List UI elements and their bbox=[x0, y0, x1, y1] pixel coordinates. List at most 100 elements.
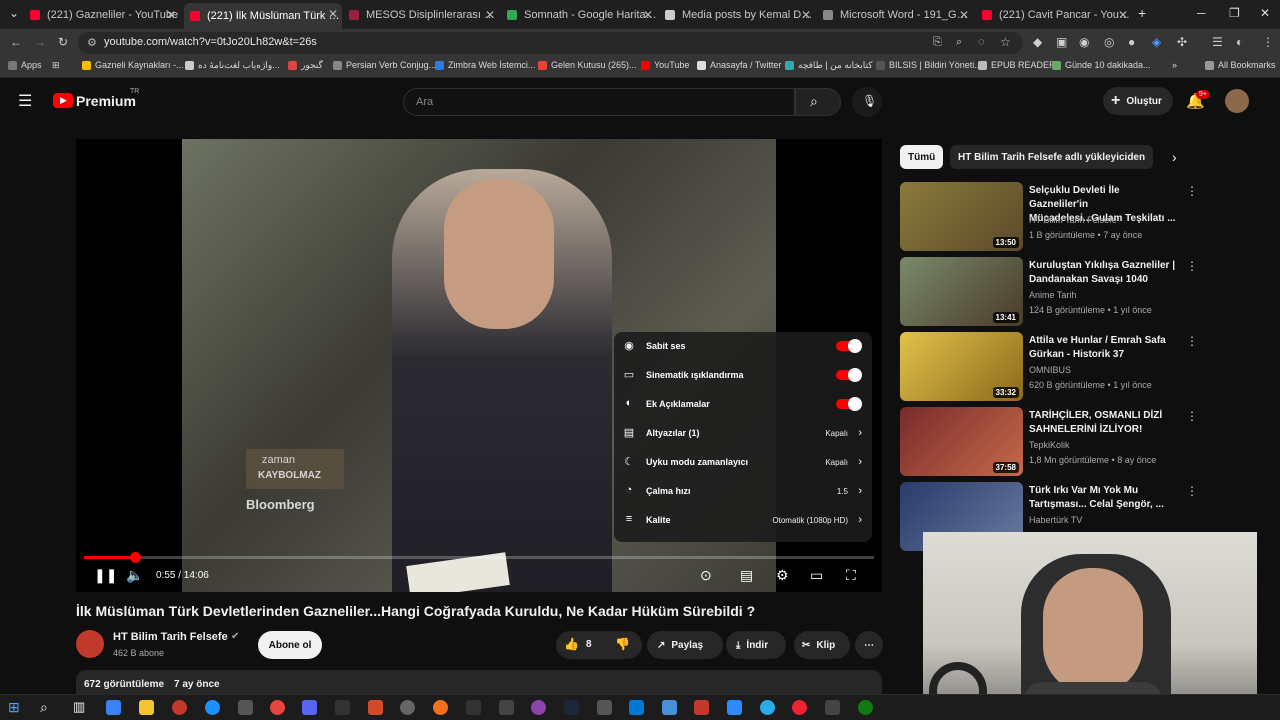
setting-captions[interactable]: ▤ Altyazılar (1) Kapalı › bbox=[614, 419, 872, 447]
search-icon[interactable]: ⌕ bbox=[40, 699, 48, 716]
back-icon[interactable]: ← bbox=[10, 35, 22, 49]
app-icon[interactable] bbox=[531, 700, 546, 715]
bookmark-item[interactable]: Anasayfa / Twitter bbox=[697, 60, 781, 70]
setting-stable-volume[interactable]: ◉ Sabit ses bbox=[614, 332, 872, 360]
menu-hamburger-icon[interactable]: ☰ bbox=[18, 91, 32, 111]
setting-annotations[interactable]: ◐ Ek Açıklamalar bbox=[614, 390, 872, 418]
settings-gear-icon[interactable]: ⚙ bbox=[776, 567, 789, 584]
chevron-right-icon[interactable]: › bbox=[1172, 149, 1177, 165]
video-thumbnail[interactable]: 33:32 bbox=[900, 332, 1023, 401]
recommendation-item[interactable]: 37:58 TARİHÇİLER, OSMANLI DİZİ SAHNELERİ… bbox=[900, 407, 1200, 477]
clip-button[interactable]: ✂ Klip bbox=[794, 631, 850, 659]
rec-channel[interactable]: Anime Tarih bbox=[1029, 290, 1076, 300]
annotations-toggle[interactable] bbox=[836, 397, 862, 411]
chip-all[interactable]: Tümü bbox=[900, 145, 944, 169]
search-input[interactable]: Ara bbox=[403, 88, 795, 116]
account-avatar[interactable] bbox=[1225, 89, 1249, 113]
dislike-icon[interactable]: 👎 bbox=[615, 637, 630, 651]
more-actions-button[interactable]: ⋯ bbox=[855, 631, 883, 659]
grid-icon[interactable]: ⊞ bbox=[52, 60, 60, 71]
channel-avatar[interactable] bbox=[76, 630, 104, 658]
extension-icon[interactable]: ◈ bbox=[1152, 35, 1161, 49]
extension-icon[interactable]: ▣ bbox=[1056, 35, 1067, 49]
tab-1[interactable]: (221) Gazneliler - YouTube ✕ bbox=[30, 4, 180, 25]
close-tab-icon[interactable]: ✕ bbox=[801, 8, 811, 22]
app-icon[interactable] bbox=[597, 700, 612, 715]
recommendation-item[interactable]: 13:50 Selçuklu Devleti İle Gazneliler'in… bbox=[900, 182, 1200, 252]
more-bookmarks-icon[interactable]: » bbox=[1172, 60, 1177, 70]
video-thumbnail[interactable]: 13:41 bbox=[900, 257, 1023, 326]
recommendation-item[interactable]: 13:41 Kuruluştan Yıkılışa Gazneliler | D… bbox=[900, 257, 1200, 327]
volume-icon[interactable]: 🔈 bbox=[126, 567, 143, 584]
setting-quality[interactable]: ≡ Kalite Otomatik (1080p HD) › bbox=[614, 506, 872, 534]
app-icon[interactable] bbox=[499, 700, 514, 715]
hide-icon[interactable]: ◌ bbox=[978, 36, 985, 48]
extension-icon[interactable]: ◎ bbox=[1104, 35, 1114, 49]
bookmark-item[interactable]: گنجور bbox=[288, 60, 323, 71]
zoom-icon[interactable]: ⌕ bbox=[956, 36, 962, 49]
forward-icon[interactable]: → bbox=[34, 35, 46, 49]
app-icon[interactable] bbox=[433, 700, 448, 715]
setting-playback-speed[interactable]: ◔ Çalma hızı 1.5 › bbox=[614, 477, 872, 505]
search-button[interactable]: ⌕ bbox=[795, 88, 841, 116]
app-icon[interactable] bbox=[792, 700, 807, 715]
close-tab-icon[interactable]: ✕ bbox=[328, 7, 338, 21]
pause-icon[interactable]: ❚❚ bbox=[94, 567, 117, 584]
new-tab-button[interactable]: + bbox=[1138, 5, 1146, 21]
bookmark-item[interactable]: Zimbra Web İstemci... bbox=[435, 60, 535, 70]
windows-start-icon[interactable]: ⊞ bbox=[8, 699, 20, 716]
site-info-icon[interactable]: ⚙ bbox=[87, 36, 97, 49]
rec-title[interactable]: Kuruluştan Yıkılışa Gazneliler | Dandana… bbox=[1029, 259, 1179, 287]
ambient-mode-toggle[interactable] bbox=[836, 368, 862, 382]
more-vertical-icon[interactable]: ⋮ bbox=[1186, 484, 1198, 498]
close-tab-icon[interactable]: ✕ bbox=[959, 8, 969, 22]
brave-icon[interactable] bbox=[368, 700, 383, 715]
channel-name[interactable]: HT Bilim Tarih Felsefe bbox=[113, 631, 228, 643]
autoplay-toggle-icon[interactable]: ⊙ bbox=[700, 567, 712, 584]
tab-5[interactable]: Media posts by Kemal Demir ( ✕ bbox=[665, 4, 815, 25]
extensions-puzzle-icon[interactable]: ✣ bbox=[1177, 35, 1187, 49]
telegram-icon[interactable] bbox=[760, 700, 775, 715]
xbox-icon[interactable] bbox=[858, 700, 873, 715]
bookmark-item[interactable]: كتابخانه من | طاقچه bbox=[785, 60, 872, 71]
fullscreen-icon[interactable]: ⛶ bbox=[846, 567, 856, 584]
rec-channel[interactable]: TepkiKolik bbox=[1029, 440, 1070, 450]
tab-2-active[interactable]: (221) İlk Müslüman Türk De ✕ bbox=[184, 3, 342, 29]
tab-4[interactable]: Somnath - Google Haritalar ✕ bbox=[507, 4, 657, 25]
obs-icon[interactable] bbox=[400, 700, 415, 715]
maximize-icon[interactable]: ❐ bbox=[1229, 6, 1240, 20]
bookmark-apps[interactable]: Apps bbox=[8, 60, 42, 70]
close-tab-icon[interactable]: ✕ bbox=[166, 8, 176, 22]
more-vertical-icon[interactable]: ⋮ bbox=[1186, 184, 1198, 198]
setting-sleep-timer[interactable]: ☾ Uyku modu zamanlayıcı Kapalı › bbox=[614, 448, 872, 476]
tab-3[interactable]: MESOS Disiplinlerarası Ortaçağ ✕ bbox=[349, 4, 499, 25]
reload-icon[interactable]: ↻ bbox=[58, 35, 68, 49]
like-icon[interactable]: 👍 bbox=[564, 637, 579, 651]
more-vertical-icon[interactable]: ⋮ bbox=[1186, 409, 1198, 423]
close-tab-icon[interactable]: ✕ bbox=[1118, 8, 1128, 22]
minimize-icon[interactable]: ─ bbox=[1197, 6, 1206, 20]
zoom-app-icon[interactable] bbox=[727, 700, 742, 715]
app-icon[interactable] bbox=[694, 700, 709, 715]
app-icon[interactable] bbox=[629, 700, 644, 715]
bookmark-item[interactable]: واژه‌یاب لغت‌نامهٔ ده... bbox=[185, 60, 280, 71]
all-bookmarks[interactable]: All Bookmarks bbox=[1205, 60, 1276, 70]
discord-icon[interactable] bbox=[302, 700, 317, 715]
bookmark-item[interactable]: BILSIS | Bildiri Yöneti... bbox=[876, 60, 982, 70]
reading-list-icon[interactable]: ☰ bbox=[1212, 35, 1223, 49]
bookmark-item[interactable]: EPUB READER bbox=[978, 60, 1056, 70]
setting-ambient-mode[interactable]: ▭ Sinematik ışıklandırma bbox=[614, 361, 872, 389]
copilot-icon[interactable] bbox=[106, 700, 121, 715]
bookmark-item[interactable]: Günde 10 dakikada... bbox=[1052, 60, 1151, 70]
more-vertical-icon[interactable]: ⋮ bbox=[1186, 334, 1198, 348]
close-window-icon[interactable]: ✕ bbox=[1260, 6, 1270, 20]
opera-icon[interactable] bbox=[172, 700, 187, 715]
bookmark-item[interactable]: Gazneli Kaynakları -... bbox=[82, 60, 184, 70]
address-bar[interactable]: ⚙ youtube.com/watch?v=0tJo20Lh82w&t=26s … bbox=[78, 32, 1023, 54]
tab-search-icon[interactable]: ⌄ bbox=[9, 6, 19, 20]
scrubber-handle[interactable] bbox=[130, 552, 142, 563]
profile-avatar-icon[interactable]: ◐ bbox=[1236, 35, 1243, 49]
youtube-logo-icon[interactable]: ▶ bbox=[53, 93, 73, 108]
bookmark-star-icon[interactable]: ☆ bbox=[1000, 35, 1011, 49]
share-button[interactable]: ↗ Paylaş bbox=[647, 631, 723, 659]
